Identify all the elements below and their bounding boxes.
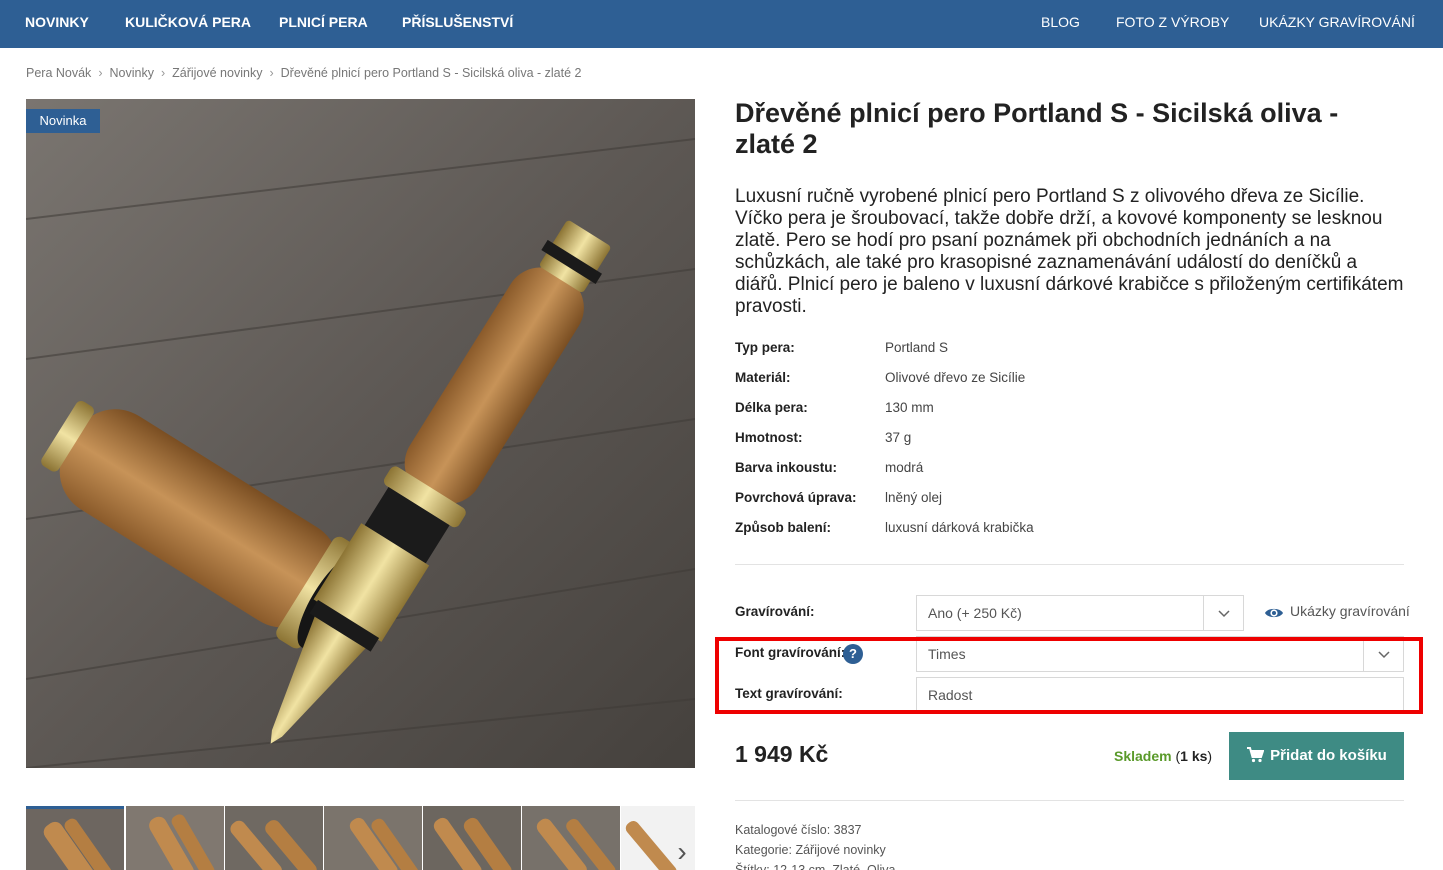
spec-value: lněný olej bbox=[885, 490, 943, 505]
thumbnail-gallery bbox=[26, 806, 695, 870]
spec-value: Portland S bbox=[885, 340, 949, 355]
spec-label: Barva inkoustu: bbox=[735, 460, 838, 475]
spec-row: Způsob balení: luxusní dárková krabička bbox=[735, 516, 1404, 546]
spec-label: Materiál: bbox=[735, 370, 791, 385]
category: Kategorie: Zářijové novinky bbox=[735, 843, 886, 857]
nav-item-ukazky-gravirovani[interactable]: Ukázky gravírování bbox=[1259, 0, 1415, 44]
top-navigation: Novinky Kuličková pera Plnicí pera Přísl… bbox=[0, 0, 1443, 48]
breadcrumb-current: Dřevěné plnicí pero Portland S - Sicilsk… bbox=[280, 66, 582, 80]
engraving-select[interactable]: Ano (+ 250 Kč) bbox=[916, 595, 1244, 631]
chevron-right-icon: › bbox=[269, 66, 274, 80]
spec-value: 130 mm bbox=[885, 400, 934, 415]
nav-item-kulickova-pera[interactable]: Kuličková pera bbox=[125, 0, 251, 44]
stock-status-label: Skladem bbox=[1114, 748, 1172, 764]
product-meta: Katalogové číslo: 3837 Kategorie: Zářijo… bbox=[735, 820, 895, 870]
stock-status: Skladem (1 ks) bbox=[1114, 748, 1212, 764]
question-icon[interactable]: ? bbox=[843, 644, 863, 664]
engraving-label: Gravírování: bbox=[735, 604, 815, 619]
divider bbox=[735, 800, 1404, 801]
product-price: 1 949 Kč bbox=[735, 741, 829, 767]
engraving-text-label: Text gravírování: bbox=[735, 686, 843, 701]
spec-value: Olivové dřevo ze Sicílie bbox=[885, 370, 1026, 385]
spec-label: Typ pera: bbox=[735, 340, 795, 355]
spec-label: Způsob balení: bbox=[735, 520, 831, 535]
product-description: Luxusní ručně vyrobené plnicí pero Portl… bbox=[735, 186, 1404, 317]
product-specifications: Typ pera: Portland S Materiál: Olivové d… bbox=[735, 336, 1404, 546]
nav-item-prislusenstvi[interactable]: Příslušenství bbox=[402, 0, 513, 44]
gallery-next-chevron-right-icon[interactable]: › bbox=[670, 834, 694, 870]
spec-value: 37 g bbox=[885, 430, 912, 445]
spec-value: modrá bbox=[885, 460, 924, 475]
breadcrumb-novinky[interactable]: Novinky bbox=[109, 66, 153, 80]
spec-label: Hmotnost: bbox=[735, 430, 803, 445]
spec-row: Materiál: Olivové dřevo ze Sicílie bbox=[735, 366, 1404, 396]
spec-row: Hmotnost: 37 g bbox=[735, 426, 1404, 456]
nav-item-blog[interactable]: Blog bbox=[1041, 0, 1080, 44]
product-main-image[interactable] bbox=[26, 99, 695, 768]
nav-item-novinky[interactable]: Novinky bbox=[25, 0, 89, 44]
divider bbox=[735, 564, 1404, 565]
engraving-text-input[interactable] bbox=[916, 677, 1404, 713]
eye-icon bbox=[1264, 606, 1284, 623]
chevron-right-icon: › bbox=[98, 66, 103, 80]
add-to-cart-button[interactable]: Přidat do košíku bbox=[1229, 732, 1404, 780]
nav-item-plnici-pera[interactable]: Plnicí pera bbox=[279, 0, 368, 44]
engraving-select-value: Ano (+ 250 Kč) bbox=[928, 605, 1022, 621]
breadcrumb: Pera Novák › Novinky › Zářijové novinky › Dřev… bbox=[26, 66, 581, 80]
spec-value: luxusní dárková krabička bbox=[885, 520, 1034, 535]
spec-row: Barva inkoustu: modrá bbox=[735, 456, 1404, 486]
font-select-value: Times bbox=[928, 646, 966, 662]
gallery-thumbnail[interactable] bbox=[126, 806, 224, 870]
spec-row: Typ pera: Portland S bbox=[735, 336, 1404, 366]
engraving-examples-link[interactable]: Ukázky gravírování bbox=[1264, 603, 1410, 623]
product-photo-illustration bbox=[26, 99, 695, 768]
nav-item-foto-z-vyroby[interactable]: Foto z výroby bbox=[1116, 0, 1229, 44]
spec-row: Povrchová úprava: lněný olej bbox=[735, 486, 1404, 516]
engraving-examples-text: Ukázky gravírování bbox=[1290, 603, 1410, 619]
breadcrumb-home[interactable]: Pera Novák bbox=[26, 66, 91, 80]
chevron-down-icon bbox=[1203, 596, 1243, 630]
stock-quantity: (1 ks) bbox=[1175, 748, 1213, 764]
font-label: Font gravírování: bbox=[735, 645, 846, 660]
spec-label: Povrchová úprava: bbox=[735, 490, 857, 505]
catalog-number: Katalogové číslo: 3837 bbox=[735, 823, 862, 837]
cart-icon bbox=[1246, 735, 1265, 783]
spec-row: Délka pera: 130 mm bbox=[735, 396, 1404, 426]
chevron-right-icon: › bbox=[160, 66, 166, 80]
product-title: Dřevěné plnicí pero Portland S - Sicilsk… bbox=[735, 98, 1339, 159]
gallery-thumbnail[interactable] bbox=[225, 806, 323, 870]
add-to-cart-label: Přidat do košíku bbox=[1270, 747, 1387, 764]
gallery-thumbnail[interactable] bbox=[324, 806, 422, 870]
gallery-thumbnail[interactable] bbox=[522, 806, 620, 870]
chevron-down-icon bbox=[1363, 637, 1403, 671]
breadcrumb-zarijove-novinky[interactable]: Zářijové novinky bbox=[172, 66, 262, 80]
tags: Štítky: 12-13 cm, Zlaté, Oliva bbox=[735, 863, 896, 870]
font-select[interactable]: Times bbox=[916, 636, 1404, 672]
gallery-thumbnail[interactable] bbox=[26, 806, 124, 870]
new-badge: Novinka bbox=[26, 109, 100, 133]
gallery-thumbnail[interactable] bbox=[423, 806, 521, 870]
spec-label: Délka pera: bbox=[735, 400, 808, 415]
